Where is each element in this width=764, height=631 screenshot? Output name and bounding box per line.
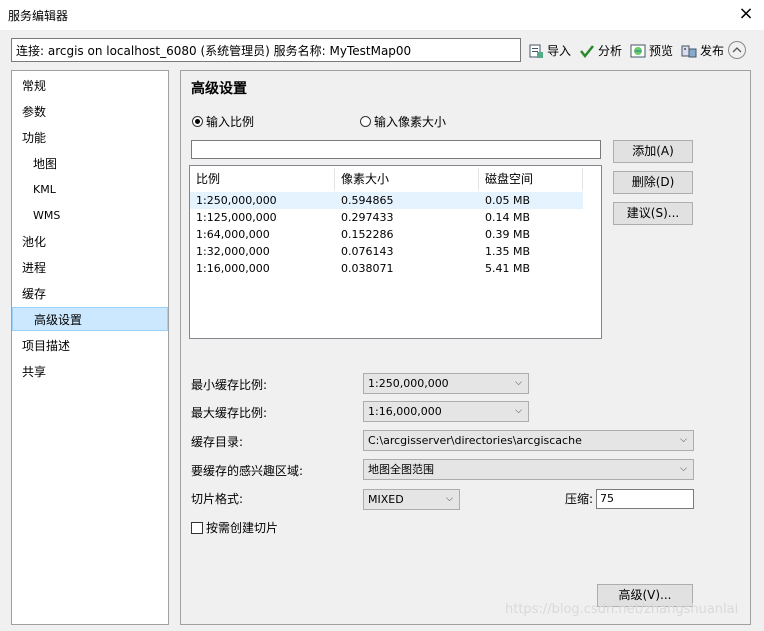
cell-pixel-size: 0.152286 [341,228,394,241]
sidebar-item-processes[interactable]: 进程 [12,256,168,280]
min-scale-label: 最小缓存比例: [191,378,268,392]
sidebar-item-caching[interactable]: 缓存 [12,282,168,306]
publish-icon [681,43,697,59]
tile-format-value: MIXED [368,493,404,506]
chevron-down-icon: ⌵ [515,406,522,416]
preview-button[interactable]: 预览 [630,41,673,61]
radio-input-scale-label: 输入比例 [206,115,255,129]
cell-pixel-size: 0.594865 [341,194,394,207]
table-row[interactable]: 1:250,000,000 0.594865 0.05 MB [190,192,583,209]
radio-input-pixel-size[interactable]: 输入像素大小 [360,113,446,130]
max-scale-label: 最大缓存比例: [191,406,268,420]
tile-format-select[interactable]: MIXED ⌵ [363,489,460,510]
radio-input-pixel-size-label: 输入像素大小 [374,115,447,129]
scale-input[interactable] [191,140,601,159]
import-icon [528,43,544,59]
column-header-scale[interactable]: 比例 [190,168,335,190]
import-button[interactable]: 导入 [528,41,571,61]
sidebar-item-wms[interactable]: WMS [12,204,168,228]
table-row[interactable]: 1:64,000,000 0.152286 0.39 MB [190,226,583,243]
suggest-button[interactable]: 建议(S)... [613,202,693,225]
chevron-down-icon: ⌵ [680,464,687,474]
sidebar: 常规 参数 功能 地图 KML WMS 池化 进程 缓存 高级设置 项目描述 共… [11,70,169,625]
collapse-icon[interactable] [728,41,746,59]
sidebar-item-general[interactable]: 常规 [12,74,168,98]
scale-list[interactable]: 比例 像素大小 磁盘空间 1:250,000,000 0.594865 0.05… [189,165,602,339]
publish-label: 发布 [700,44,725,58]
watermark: https://blog.csdn.net/zhangshuanlai [505,602,739,617]
close-icon[interactable]: × [736,4,756,24]
compression-label: 压缩: [565,492,594,506]
cell-scale: 1:125,000,000 [196,211,277,224]
radio-selected-icon [192,116,203,127]
max-scale-value: 1:16,000,000 [368,405,442,418]
checkmark-icon [579,43,595,59]
sidebar-item-pooling[interactable]: 池化 [12,230,168,254]
sidebar-item-item-description[interactable]: 项目描述 [12,334,168,358]
cell-disk-space: 0.14 MB [485,211,531,224]
chevron-down-icon: ⌵ [680,435,687,445]
title-bar [0,0,764,30]
cell-pixel-size: 0.076143 [341,245,394,258]
sidebar-item-kml[interactable]: KML [12,178,168,202]
analyze-button[interactable]: 分析 [579,41,622,61]
preview-icon [630,43,646,59]
cell-pixel-size: 0.038071 [341,262,394,275]
area-of-interest-label: 要缓存的感兴趣区域: [191,464,304,478]
analyze-label: 分析 [598,44,623,58]
cache-directory-label: 缓存目录: [191,435,244,449]
cell-disk-space: 5.41 MB [485,262,531,275]
sidebar-item-sharing[interactable]: 共享 [12,360,168,384]
on-demand-tiles-checkbox[interactable]: 按需创建切片 [191,519,278,536]
area-of-interest-value: 地图全图范围 [368,463,434,476]
window-title: 服务编辑器 [8,9,69,23]
publish-button[interactable]: 发布 [681,41,724,61]
tile-format-label: 切片格式: [191,492,244,506]
table-row[interactable]: 1:16,000,000 0.038071 5.41 MB [190,260,583,277]
area-of-interest-select[interactable]: 地图全图范围 ⌵ [363,459,694,480]
sidebar-item-map[interactable]: 地图 [12,152,168,176]
cache-directory-select[interactable]: C:\arcgisserver\directories\arcgiscache … [363,430,694,451]
column-header-pixel-size[interactable]: 像素大小 [335,168,479,190]
cell-pixel-size: 0.297433 [341,211,394,224]
connection-info: 连接: arcgis on localhost_6080 (系统管理员) 服务名… [11,38,521,62]
delete-button[interactable]: 删除(D) [613,171,693,194]
max-scale-select[interactable]: 1:16,000,000 ⌵ [363,401,529,422]
column-header-disk-space[interactable]: 磁盘空间 [479,168,583,190]
cell-scale: 1:32,000,000 [196,245,270,258]
min-scale-value: 1:250,000,000 [368,377,449,390]
chevron-down-icon: ⌵ [446,494,453,504]
radio-input-scale[interactable]: 输入比例 [192,113,254,130]
table-row[interactable]: 1:125,000,000 0.297433 0.14 MB [190,209,583,226]
checkbox-unchecked-icon [191,521,203,534]
cell-disk-space: 0.39 MB [485,228,531,241]
cell-disk-space: 0.05 MB [485,194,531,207]
min-scale-select[interactable]: 1:250,000,000 ⌵ [363,373,529,394]
sidebar-item-parameters[interactable]: 参数 [12,100,168,124]
radio-unselected-icon [360,116,371,127]
table-row[interactable]: 1:32,000,000 0.076143 1.35 MB [190,243,583,260]
cell-scale: 1:250,000,000 [196,194,277,207]
list-header: 比例 像素大小 磁盘空间 [190,168,583,190]
page-title: 高级设置 [191,81,247,97]
chevron-down-icon: ⌵ [515,378,522,388]
cell-disk-space: 1.35 MB [485,245,531,258]
import-label: 导入 [547,44,572,58]
add-button[interactable]: 添加(A) [613,140,693,163]
cell-scale: 1:64,000,000 [196,228,270,241]
cell-scale: 1:16,000,000 [196,262,270,275]
sidebar-item-capabilities[interactable]: 功能 [12,126,168,150]
preview-label: 预览 [649,44,674,58]
compression-input[interactable]: 75 [596,489,694,509]
sidebar-item-advanced-settings[interactable]: 高级设置 [12,307,168,331]
on-demand-tiles-label: 按需创建切片 [206,521,279,535]
cache-directory-value: C:\arcgisserver\directories\arcgiscache [368,434,582,447]
